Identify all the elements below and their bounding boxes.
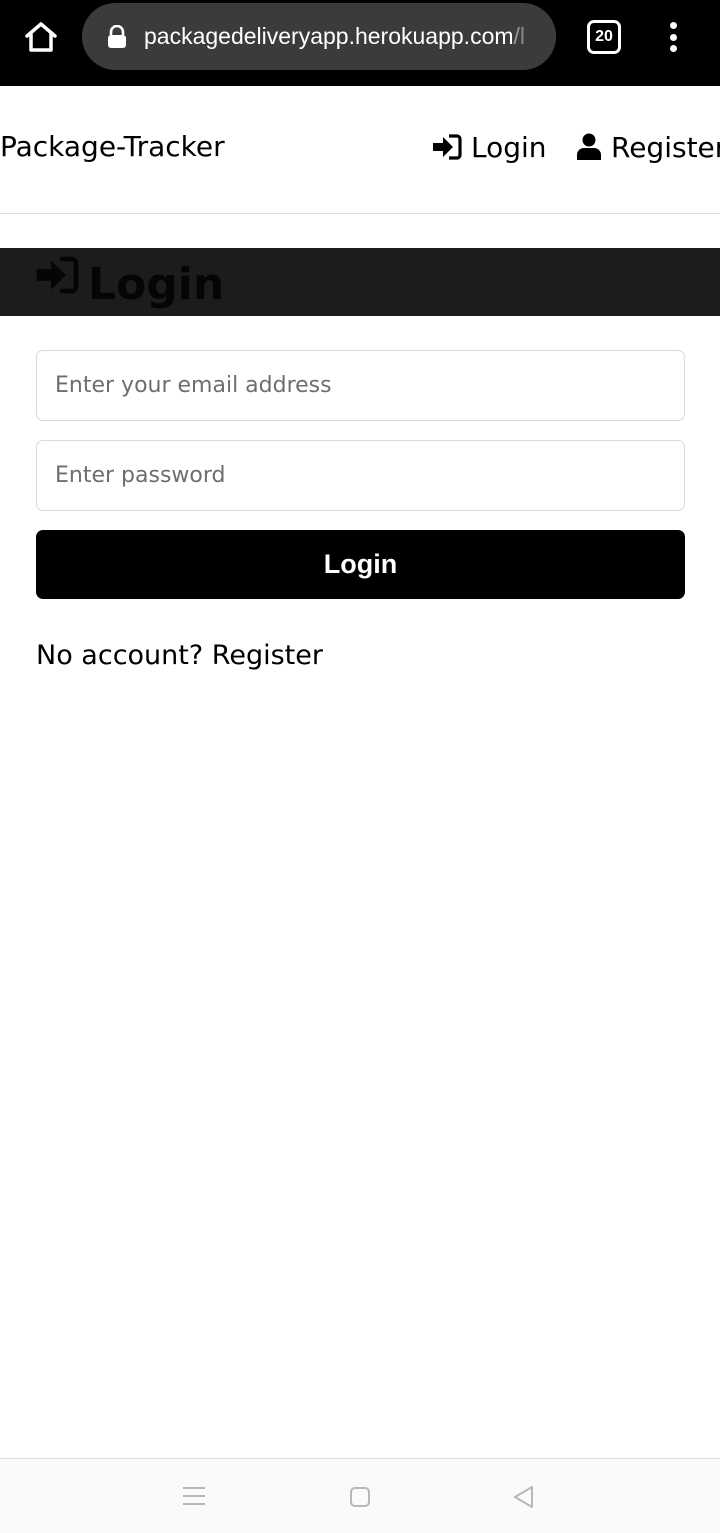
no-account-text: No account? [36, 640, 212, 671]
site-navbar: Package-Tracker Login Register [0, 86, 720, 214]
url-host: packagedeliveryapp.herokuapp.com [144, 23, 514, 49]
email-field[interactable] [36, 350, 685, 421]
user-icon [577, 133, 601, 160]
password-field[interactable] [36, 440, 685, 511]
system-nav-bar [0, 1458, 720, 1533]
lock-icon [108, 25, 126, 48]
brand-link[interactable]: Package-Tracker [0, 126, 225, 168]
nav-register-link[interactable]: Register [576, 126, 720, 168]
page-title: Login [88, 259, 225, 310]
home-icon [25, 22, 57, 52]
system-home-icon[interactable] [350, 1487, 370, 1507]
register-prompt: No account? Register [36, 636, 323, 676]
back-icon[interactable] [512, 1485, 534, 1509]
nav-login-label: Login [471, 130, 547, 164]
tab-switcher-button[interactable]: 20 [587, 20, 621, 54]
sign-in-icon [36, 256, 79, 294]
address-bar[interactable]: packagedeliveryapp.herokuapp.com/l [82, 3, 556, 70]
login-button[interactable]: Login [36, 530, 685, 599]
register-link[interactable]: Register [212, 640, 323, 671]
recents-icon[interactable] [183, 1487, 205, 1505]
browser-toolbar: packagedeliveryapp.herokuapp.com/l 20 [0, 0, 720, 86]
sign-in-icon [433, 134, 462, 160]
more-vert-icon[interactable] [656, 20, 690, 54]
page-title-band: Login [0, 248, 720, 316]
url-text: packagedeliveryapp.herokuapp.com/l [144, 3, 525, 70]
home-button[interactable] [20, 16, 62, 58]
nav-register-label: Register [611, 130, 720, 164]
nav-login-link[interactable]: Login [432, 126, 547, 168]
